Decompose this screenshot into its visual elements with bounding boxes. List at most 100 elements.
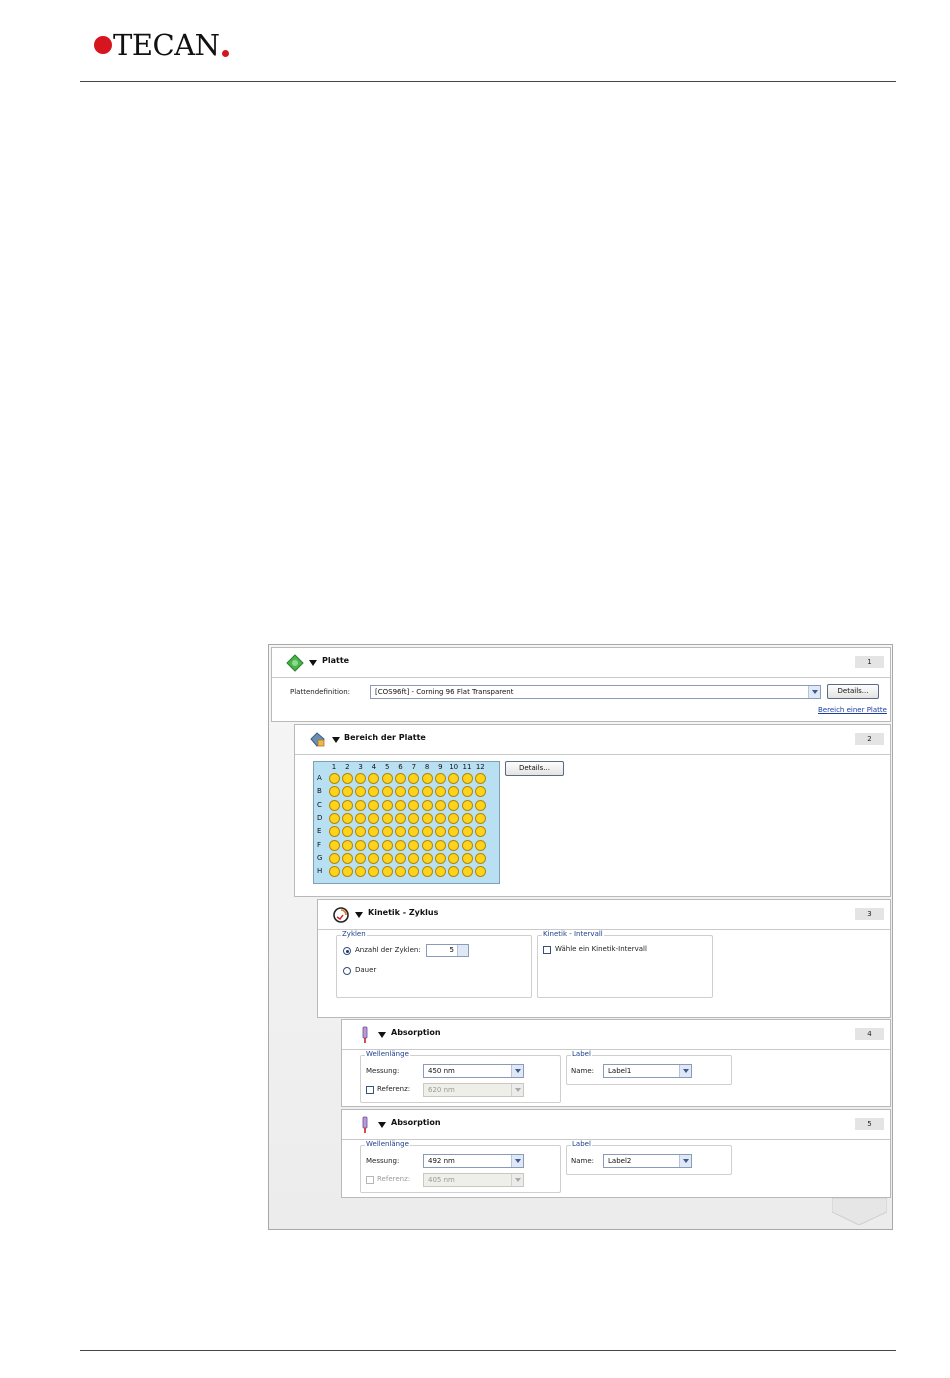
plate-well[interactable] bbox=[461, 773, 473, 784]
plate-well[interactable] bbox=[434, 852, 446, 864]
plate-column-label[interactable]: 2 bbox=[341, 763, 353, 771]
plate-well[interactable] bbox=[355, 839, 367, 851]
spinner-arrows-icon[interactable] bbox=[457, 945, 468, 956]
dropdown-arrow-icon[interactable] bbox=[511, 1065, 523, 1077]
plate-well[interactable] bbox=[328, 826, 340, 838]
plate-row-label[interactable]: H bbox=[317, 867, 325, 875]
collapse-icon[interactable] bbox=[355, 912, 363, 918]
plate-well[interactable] bbox=[474, 826, 486, 838]
plate-well[interactable] bbox=[328, 773, 340, 784]
plate-well[interactable] bbox=[434, 799, 446, 811]
plate-well[interactable] bbox=[341, 773, 353, 784]
plate-well[interactable] bbox=[448, 826, 460, 838]
plate-well[interactable] bbox=[368, 852, 380, 864]
plate-column-label[interactable]: 7 bbox=[408, 763, 420, 771]
plate-well[interactable] bbox=[341, 786, 353, 798]
plate-well[interactable] bbox=[355, 773, 367, 784]
plate-well[interactable] bbox=[381, 866, 393, 878]
plate-well[interactable] bbox=[381, 773, 393, 784]
cycle-count-radio[interactable] bbox=[343, 947, 351, 955]
collapse-icon[interactable] bbox=[309, 660, 317, 666]
plate-definition-select[interactable]: [COS96ft] - Corning 96 Flat Transparent bbox=[370, 685, 821, 699]
panel-header[interactable]: Platte 1 bbox=[272, 648, 890, 678]
plate-well[interactable] bbox=[461, 839, 473, 851]
plate-well[interactable] bbox=[421, 866, 433, 878]
collapse-icon[interactable] bbox=[332, 737, 340, 743]
plate-column-label[interactable]: 12 bbox=[474, 763, 486, 771]
plate-well[interactable] bbox=[421, 826, 433, 838]
plate-column-label[interactable]: 11 bbox=[461, 763, 473, 771]
dropdown-arrow-icon[interactable] bbox=[808, 686, 820, 698]
plate-well[interactable] bbox=[448, 839, 460, 851]
collapse-icon[interactable] bbox=[378, 1032, 386, 1038]
plate-well[interactable] bbox=[368, 773, 380, 784]
plate-well[interactable] bbox=[421, 799, 433, 811]
plate-well[interactable] bbox=[395, 839, 406, 851]
plate-well[interactable] bbox=[328, 786, 340, 798]
plate-well[interactable] bbox=[341, 839, 353, 851]
plate-well[interactable] bbox=[448, 866, 460, 878]
plate-column-label[interactable]: 9 bbox=[434, 763, 446, 771]
plate-well[interactable] bbox=[328, 839, 340, 851]
plate-range-link[interactable]: Bereich einer Platte bbox=[818, 706, 887, 714]
plate-column-label[interactable]: 3 bbox=[355, 763, 367, 771]
panel-header[interactable]: Kinetik - Zyklus 3 bbox=[318, 900, 890, 930]
reference-checkbox[interactable] bbox=[366, 1086, 374, 1094]
plate-well[interactable] bbox=[474, 812, 486, 824]
plate-details-button[interactable]: Details... bbox=[827, 684, 879, 699]
plate-well[interactable] bbox=[328, 866, 340, 878]
dropdown-arrow-icon[interactable] bbox=[679, 1155, 691, 1167]
plate-row-label[interactable]: G bbox=[317, 854, 325, 862]
cycle-count-stepper[interactable]: 5 bbox=[426, 944, 469, 957]
plate-well[interactable] bbox=[461, 866, 473, 878]
plate-well[interactable] bbox=[355, 866, 367, 878]
reference-select[interactable]: 405 nm bbox=[423, 1173, 524, 1187]
plate-column-label[interactable]: 4 bbox=[368, 763, 380, 771]
plate-row-label[interactable]: A bbox=[317, 774, 325, 782]
plate-column-label[interactable]: 5 bbox=[381, 763, 393, 771]
plate-well[interactable] bbox=[408, 852, 420, 864]
plate-well[interactable] bbox=[328, 852, 340, 864]
plate-well[interactable] bbox=[448, 799, 460, 811]
plate-row-label[interactable]: F bbox=[317, 841, 325, 849]
panel-header[interactable]: Absorption 4 bbox=[342, 1020, 890, 1050]
plate-row-label[interactable]: C bbox=[317, 801, 325, 809]
plate-column-label[interactable]: 10 bbox=[448, 763, 460, 771]
plate-well[interactable] bbox=[395, 773, 406, 784]
plate-well[interactable] bbox=[474, 799, 486, 811]
plate-row-label[interactable]: B bbox=[317, 787, 325, 795]
interval-checkbox[interactable] bbox=[543, 946, 551, 954]
plate-well[interactable] bbox=[448, 786, 460, 798]
plate-well[interactable] bbox=[408, 812, 420, 824]
plate-well[interactable] bbox=[421, 839, 433, 851]
reference-checkbox[interactable] bbox=[366, 1176, 374, 1184]
plate-well[interactable] bbox=[368, 799, 380, 811]
plate-well[interactable] bbox=[328, 812, 340, 824]
plate-well[interactable] bbox=[381, 799, 393, 811]
plate-well[interactable] bbox=[341, 812, 353, 824]
plate-well[interactable] bbox=[448, 773, 460, 784]
plate-well[interactable] bbox=[448, 812, 460, 824]
plate-well[interactable] bbox=[381, 852, 393, 864]
plate-column-label[interactable]: 1 bbox=[328, 763, 340, 771]
plate-well[interactable] bbox=[474, 866, 486, 878]
plate-well[interactable] bbox=[461, 812, 473, 824]
plate-row-label[interactable]: E bbox=[317, 827, 325, 835]
plate-column-label[interactable]: 8 bbox=[421, 763, 433, 771]
plate-well[interactable] bbox=[355, 826, 367, 838]
duration-radio[interactable] bbox=[343, 967, 351, 975]
plate-well[interactable] bbox=[421, 812, 433, 824]
plate-well[interactable] bbox=[341, 826, 353, 838]
reference-select[interactable]: 620 nm bbox=[423, 1083, 524, 1097]
label-name-select[interactable]: Label2 bbox=[603, 1154, 692, 1168]
plate-well[interactable] bbox=[421, 786, 433, 798]
label-name-select[interactable]: Label1 bbox=[603, 1064, 692, 1078]
plate-well[interactable] bbox=[355, 812, 367, 824]
plate-well[interactable] bbox=[408, 839, 420, 851]
plate-well[interactable] bbox=[474, 852, 486, 864]
plate-well[interactable] bbox=[381, 812, 393, 824]
plate-well[interactable] bbox=[434, 786, 446, 798]
plate-well[interactable] bbox=[328, 799, 340, 811]
microplate-grid[interactable]: 1 2 3 4 5 6 7 8 9 10 11 12 A B C D E F G H bbox=[313, 761, 500, 884]
plate-well[interactable] bbox=[421, 852, 433, 864]
